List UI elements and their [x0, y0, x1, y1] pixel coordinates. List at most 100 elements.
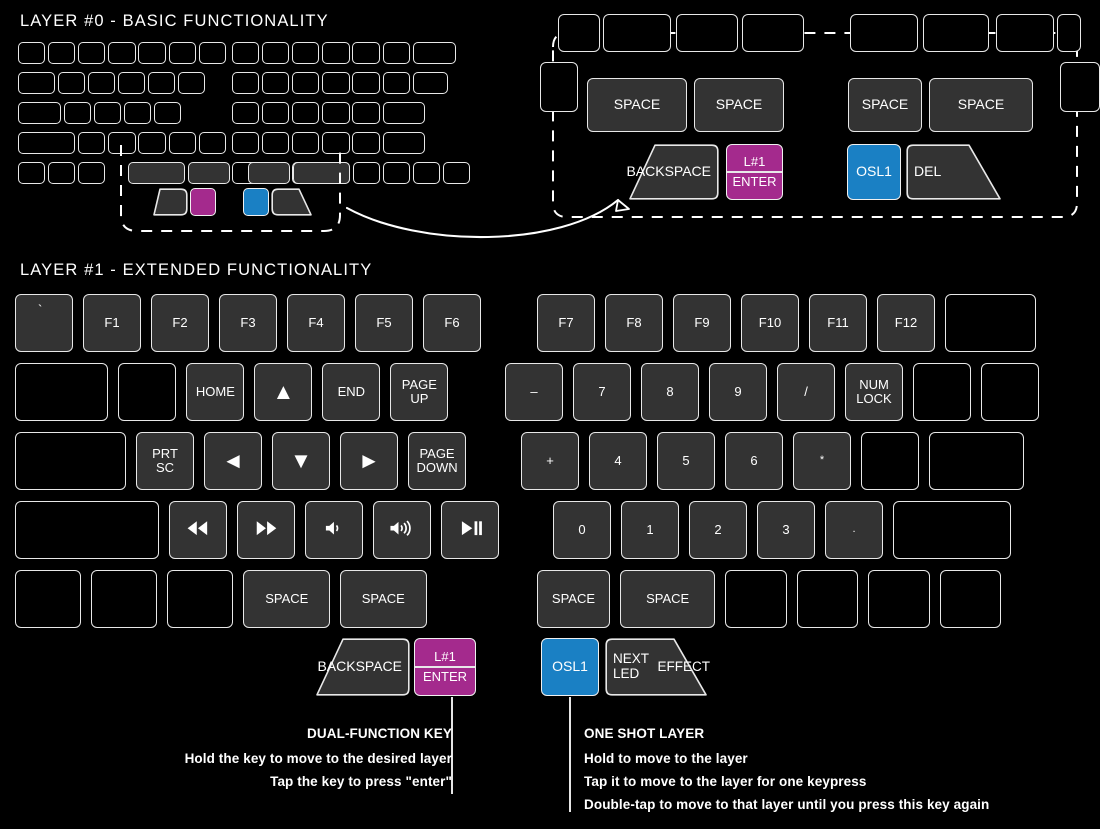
l1-left-r1-6[interactable]: F6: [423, 294, 481, 352]
key-label: ▲: [272, 379, 295, 404]
key-label: `: [38, 302, 43, 317]
key-label: F5: [376, 314, 392, 330]
l1-right-r4-3[interactable]: 3: [757, 501, 815, 559]
l1-right-r2-7[interactable]: [981, 363, 1039, 421]
l1-left-r4-3[interactable]: [304, 501, 363, 559]
l1-right-r5-2[interactable]: [725, 570, 787, 628]
l1-left-r5-4[interactable]: SPACE: [340, 570, 427, 628]
l1-left-r4-1[interactable]: [168, 501, 227, 559]
key-label: 9: [734, 383, 742, 399]
l1-right-r4-1[interactable]: 1: [621, 501, 679, 559]
l1-left-r1-1[interactable]: F1: [83, 294, 141, 352]
l1-right-r5-1[interactable]: SPACE: [619, 570, 716, 628]
l1-left-r2-0[interactable]: [15, 363, 109, 421]
l1-right-r5-3[interactable]: [796, 570, 859, 628]
key-label: F10: [758, 314, 782, 330]
l1-thumb-dual-function-key[interactable]: L#1 ENTER: [414, 638, 476, 696]
l1-left-r1-3[interactable]: F3: [219, 294, 277, 352]
key-label: +: [546, 452, 554, 468]
l1-thumb-next-led-effect-key[interactable]: NEXT LED EFFECT: [605, 638, 710, 696]
annotation-one-shot-layer: ONE SHOT LAYER Hold to move to the layer…: [584, 726, 989, 817]
key-label: PAGE DOWN: [416, 445, 458, 475]
l1-left-r4-0[interactable]: [15, 501, 159, 559]
l1-thumb-osl-key[interactable]: OSL1: [541, 638, 599, 696]
l1-right-r1-6[interactable]: [945, 294, 1036, 352]
l1-right-r2-2[interactable]: 8: [641, 363, 699, 421]
l1-right-r3-3[interactable]: 6: [725, 432, 783, 490]
l1-right-r4-2[interactable]: 2: [689, 501, 747, 559]
key-label: 8: [666, 383, 674, 399]
key-label: 1: [646, 521, 654, 537]
annotation-osl-heading: ONE SHOT LAYER: [584, 726, 705, 741]
l1-right-r4-5[interactable]: [893, 501, 1011, 559]
l1-right-r3-6[interactable]: [929, 432, 1025, 490]
l1-right-r4-4[interactable]: .: [825, 501, 883, 559]
annotation-osl-line1: Hold to move to the layer: [584, 751, 748, 766]
key-label: F8: [626, 314, 642, 330]
key-label-top: L#1: [434, 649, 456, 665]
rewind-icon: [183, 519, 213, 540]
l1-right-r1-4[interactable]: F11: [809, 294, 867, 352]
key-label: PRT SC: [152, 445, 178, 475]
l1-right-r2-6[interactable]: [913, 363, 971, 421]
l1-thumb-backspace-key[interactable]: BACK SPACE: [307, 638, 410, 696]
l1-right-r5-5[interactable]: [939, 570, 1001, 628]
l1-left-r3-3[interactable]: ▼: [272, 432, 331, 490]
l1-left-r1-2[interactable]: F2: [151, 294, 209, 352]
key-label-bottom: ENTER: [422, 668, 468, 684]
l1-left-r5-0[interactable]: [15, 570, 82, 628]
volume-up-icon: [387, 519, 417, 540]
key-label: 4: [614, 452, 622, 468]
l1-left-r2-2[interactable]: HOME: [186, 363, 245, 421]
key-label: 3: [782, 521, 790, 537]
l1-left-r2-3[interactable]: ▲: [254, 363, 313, 421]
l1-right-r3-1[interactable]: 4: [589, 432, 647, 490]
l1-right-r2-3[interactable]: 9: [709, 363, 767, 421]
annotation-dual-function: DUAL-FUNCTION KEY Hold the key to move t…: [185, 726, 452, 793]
fast-forward-icon: [251, 519, 281, 540]
l1-left-r3-5[interactable]: PAGE DOWN: [408, 432, 467, 490]
l1-left-r4-4[interactable]: [372, 501, 431, 559]
l1-right-r2-1[interactable]: 7: [573, 363, 631, 421]
l1-left-r4-2[interactable]: [236, 501, 295, 559]
l1-left-r2-5[interactable]: PAGE UP: [390, 363, 449, 421]
l1-left-r3-0[interactable]: [15, 432, 127, 490]
l1-right-r5-0[interactable]: SPACE: [537, 570, 610, 628]
l1-right-r3-5[interactable]: [861, 432, 919, 490]
l1-left-r2-1[interactable]: [118, 363, 177, 421]
l1-right-r4-0[interactable]: 0: [553, 501, 611, 559]
l1-right-r2-4[interactable]: /: [777, 363, 835, 421]
l1-left-r5-2[interactable]: [167, 570, 234, 628]
annotation-osl-line2: Tap it to move to the layer for one keyp…: [584, 774, 867, 790]
l1-right-r1-2[interactable]: F9: [673, 294, 731, 352]
l1-right-r1-1[interactable]: F8: [605, 294, 663, 352]
l1-right-r2-5[interactable]: NUM LOCK: [845, 363, 903, 421]
volume-down-icon: [319, 519, 349, 540]
l1-right-r3-2[interactable]: 5: [657, 432, 715, 490]
key-label: .: [852, 523, 856, 536]
l1-left-r3-2[interactable]: ◄: [204, 432, 263, 490]
annotation-osl-line3: Double-tap to move to that layer until y…: [584, 797, 990, 813]
l1-left-r3-1[interactable]: PRT SC: [136, 432, 195, 490]
l1-left-r1-5[interactable]: F5: [355, 294, 413, 352]
key-label: NUM LOCK: [856, 376, 892, 406]
l1-left-r3-4[interactable]: ►: [340, 432, 399, 490]
key-label: F9: [694, 314, 710, 330]
key-label: F4: [308, 314, 324, 330]
l1-left-r5-1[interactable]: [91, 570, 158, 628]
l1-right-r3-0[interactable]: +: [521, 432, 579, 490]
l1-left-r4-5[interactable]: [440, 501, 499, 559]
l1-left-r1-0[interactable]: `: [15, 294, 73, 352]
key-label: /: [804, 383, 808, 399]
l1-right-r3-4[interactable]: *: [793, 432, 851, 490]
l1-right-r1-0[interactable]: F7: [537, 294, 595, 352]
l1-left-r5-3[interactable]: SPACE: [243, 570, 331, 628]
l1-right-r5-4[interactable]: [868, 570, 930, 628]
key-label: F11: [827, 314, 849, 330]
l1-left-r2-4[interactable]: END: [322, 363, 381, 421]
key-label: *: [819, 454, 825, 467]
l1-right-r1-5[interactable]: F12: [877, 294, 935, 352]
l1-right-r1-3[interactable]: F10: [741, 294, 799, 352]
l1-left-r1-4[interactable]: F4: [287, 294, 345, 352]
l1-right-r2-0[interactable]: –: [505, 363, 563, 421]
